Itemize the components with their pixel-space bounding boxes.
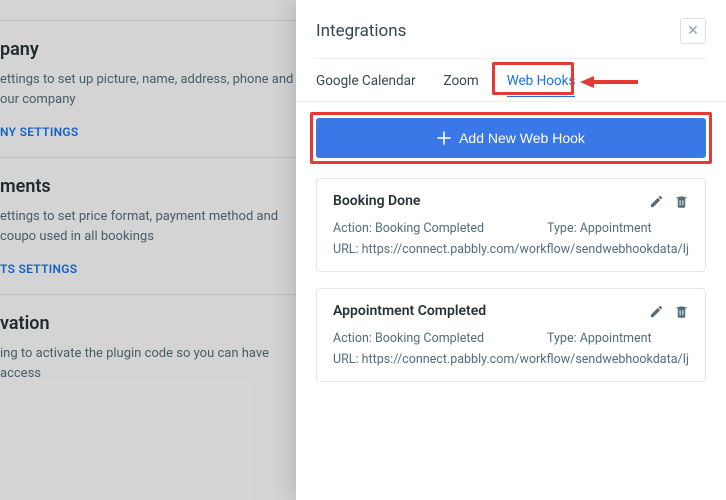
delete-button[interactable]	[674, 304, 689, 319]
plus-icon	[437, 131, 451, 145]
tabs: Google Calendar Zoom Web Hooks	[296, 59, 726, 102]
trash-icon	[674, 194, 689, 209]
webhook-meta-row: Action: Booking Completed Type: Appointm…	[333, 331, 689, 346]
webhook-card: Booking Done Action: Booking Completed T…	[316, 178, 706, 272]
webhook-card-header: Appointment Completed	[333, 303, 689, 319]
panel-body: Add New Web Hook Booking Done Action: Bo…	[296, 102, 726, 500]
trash-icon	[674, 304, 689, 319]
webhook-type: Type: Appointment	[547, 221, 652, 236]
delete-button[interactable]	[674, 194, 689, 209]
add-button-label: Add New Web Hook	[459, 130, 585, 146]
webhook-title: Appointment Completed	[333, 303, 486, 319]
webhook-card-header: Booking Done	[333, 193, 689, 209]
edit-button[interactable]	[649, 194, 664, 209]
edit-button[interactable]	[649, 304, 664, 319]
tab-web-hooks[interactable]: Web Hooks	[507, 73, 576, 101]
webhook-title: Booking Done	[333, 193, 420, 209]
panel-header: Integrations ✕	[296, 0, 726, 58]
webhook-type: Type: Appointment	[547, 331, 652, 346]
tab-zoom[interactable]: Zoom	[444, 73, 479, 101]
annotation-arrow-icon	[580, 73, 638, 91]
close-icon: ✕	[687, 23, 699, 39]
webhook-meta-row: Action: Booking Completed Type: Appointm…	[333, 221, 689, 236]
webhook-actions	[649, 304, 689, 319]
pencil-icon	[649, 194, 664, 209]
webhook-action: Action: Booking Completed	[333, 331, 523, 346]
webhook-url: URL: https://connect.pabbly.com/workflow…	[333, 352, 689, 367]
add-webhook-button[interactable]: Add New Web Hook	[316, 118, 706, 158]
webhook-action: Action: Booking Completed	[333, 221, 523, 236]
integrations-panel: Integrations ✕ Google Calendar Zoom Web …	[296, 0, 726, 500]
tab-google-calendar[interactable]: Google Calendar	[316, 73, 416, 101]
add-button-wrap: Add New Web Hook	[316, 118, 706, 158]
close-button[interactable]: ✕	[680, 18, 706, 44]
webhook-actions	[649, 194, 689, 209]
webhook-url: URL: https://connect.pabbly.com/workflow…	[333, 242, 689, 257]
panel-title: Integrations	[316, 21, 406, 41]
webhook-card: Appointment Completed Action: Booking Co…	[316, 288, 706, 382]
pencil-icon	[649, 304, 664, 319]
